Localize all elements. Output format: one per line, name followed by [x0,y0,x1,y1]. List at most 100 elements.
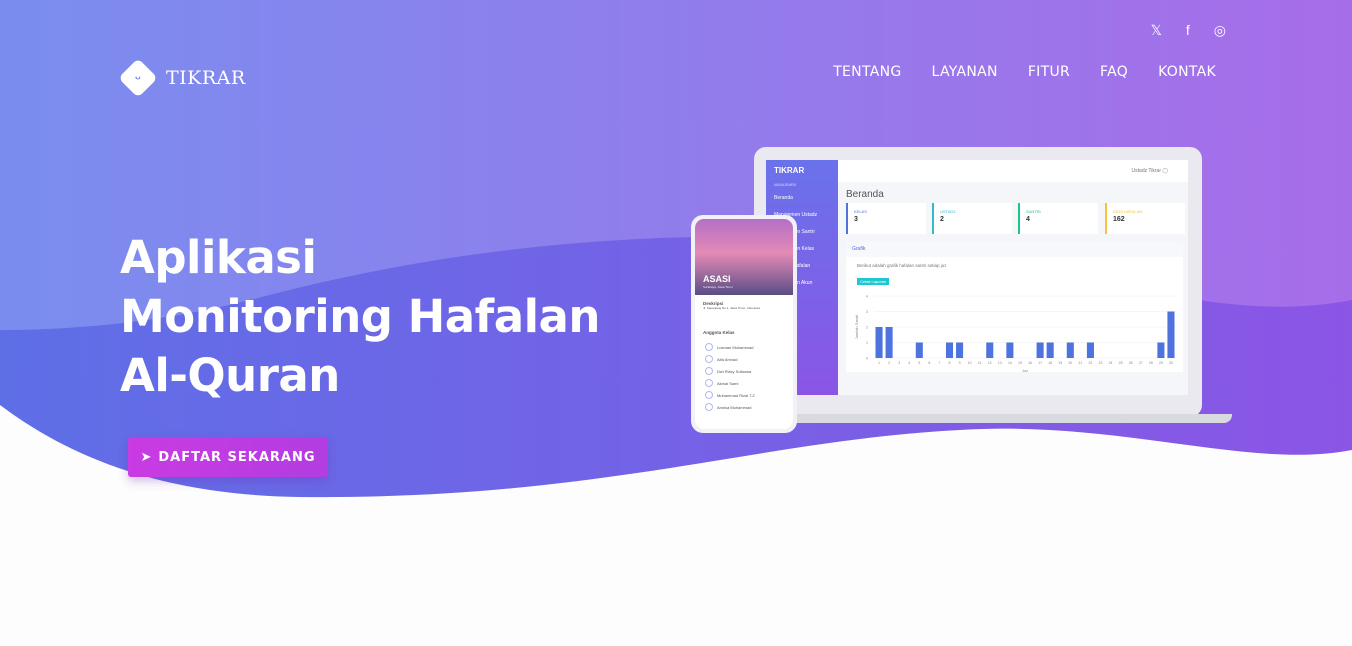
twitter-icon[interactable]: 𝕏 [1151,22,1162,39]
x-tick-label: 23 [1099,361,1103,365]
hero-line: Al-Quran [120,349,340,402]
stat-label: USTADZ [940,209,956,214]
hero-title: Aplikasi Monitoring Hafalan Al-Quran [120,228,600,405]
x-axis-label: Juz [1022,368,1028,373]
dashboard-topbar: Ustadz Tikrar ◯ [838,160,1188,182]
x-tick-label: 20 [1068,361,1072,365]
x-tick-label: 28 [1149,361,1153,365]
member-name: Dwi Rizky Sofiansa [717,368,752,374]
main-nav: TENTANG LAYANAN FITUR FAQ KONTAK [833,64,1216,80]
x-tick-label: 21 [1078,361,1082,365]
sidebar-item: Beranda [774,195,793,201]
user-icon [705,379,713,387]
instagram-icon[interactable]: ◎ [1214,22,1226,39]
description-text: Jl. Sepanjang No.1, Jawa Timur, Indonesi… [703,306,760,310]
x-tick-label: 2 [888,361,890,365]
member-item: Alfa Ahmad [695,353,793,365]
x-tick-label: 27 [1139,361,1143,365]
x-tick-label: 10 [968,361,972,365]
user-icon [705,343,713,351]
hero-line: Aplikasi [120,231,317,284]
bar [1086,342,1094,358]
member-name: Muhammad Rizal T.Z [717,392,755,398]
y-axis-label: Jumlah Santri [854,315,859,340]
stat-value: 3 [854,216,858,223]
member-name: Annisa Muhammad [717,404,752,410]
paper-plane-icon: ➤ [140,449,153,465]
stat-value: 4 [1026,216,1030,223]
bar [885,327,893,358]
member-name: Alfa Ahmad [717,356,738,362]
x-tick-label: 16 [1028,361,1032,365]
x-tick-label: 14 [1008,361,1012,365]
member-item: Akmal Sami [695,377,793,389]
register-button-label: DAFTAR SEKARANG [158,449,316,465]
x-tick-label: 4 [908,361,910,365]
nav-layanan[interactable]: LAYANAN [932,64,998,80]
hero-line: Monitoring Hafalan [120,290,600,343]
y-tick-label: 4 [866,295,868,299]
sidebar-section: MANAJEMEN [774,183,796,187]
x-tick-label: 17 [1038,361,1042,365]
member-item: Muhammad Rizal T.Z [695,389,793,401]
phone-screen: ASASI Surabaya, Jawa Timur Deskripsi Jl.… [695,219,793,429]
print-report-button: Cetak Laporan [857,278,890,285]
x-tick-label: 29 [1159,361,1163,365]
bar [945,342,954,358]
x-tick-label: 3 [898,361,900,365]
member-item: Dwi Rizky Sofiansa [695,365,793,377]
laptop-base [730,414,1232,423]
x-tick-label: 24 [1109,361,1113,365]
x-tick-label: 25 [1119,361,1123,365]
bar [986,342,994,358]
stat-value: 162 [1113,216,1125,223]
bar [875,327,883,358]
x-tick-label: 15 [1018,361,1022,365]
nav-kontak[interactable]: KONTAK [1158,64,1216,80]
bar [1036,342,1044,358]
stat-value: 2 [940,216,944,223]
nav-fitur[interactable]: FITUR [1028,64,1070,80]
mosque-image: ASASI Surabaya, Jawa Timur [695,219,793,295]
y-tick-label: 1 [866,341,868,345]
x-tick-label: 26 [1129,361,1133,365]
members-list: Lukman Muhammad Alfa Ahmad Dwi Rizky Sofia… [695,341,793,413]
x-tick-label: 18 [1048,361,1052,365]
user-icon [705,367,713,375]
bar [1167,311,1175,358]
x-tick-label: 6 [928,361,930,365]
x-tick-label: 1 [878,361,880,365]
stat-label: KELAS [854,209,867,214]
member-name: Akmal Sami [717,380,739,386]
nav-faq[interactable]: FAQ [1100,64,1128,80]
member-item: Lukman Muhammad [695,341,793,353]
user-icon [705,355,713,363]
dashboard-brand: TIKRAR [774,166,805,175]
stat-card: KELAS 3 [846,203,926,234]
chart-description: Berikut adalah grafik hafalan santri set… [857,263,947,268]
y-tick-label: 2 [866,326,868,330]
member-item: Annisa Muhammad [695,401,793,413]
bar [1006,342,1014,358]
dashboard-screenshot: TIKRAR MANAJEMEN Beranda Manajemen Ustad… [766,160,1188,395]
smile-diamond-icon: ᵕ [118,58,158,98]
y-tick-label: 3 [866,310,868,314]
members-title: Anggota Kelas [703,330,735,335]
x-tick-label: 7 [938,361,940,365]
brand-logo[interactable]: ᵕ TIKRAR [118,58,246,98]
user-icon [705,391,713,399]
class-subtitle: Surabaya, Jawa Timur [703,285,733,289]
nav-tentang[interactable]: TENTANG [833,64,901,80]
facebook-icon[interactable]: f [1186,22,1190,39]
user-icon [705,403,713,411]
class-title: ASASI [703,274,731,284]
dashboard-title: Beranda [846,189,884,200]
chart-panel: Grafik Berikut adalah grafik hafalan san… [846,242,1183,373]
stat-label: DATA HAFALAN [1113,209,1143,214]
panel-title: Grafik [846,242,1183,257]
bar [1046,342,1054,358]
x-tick-label: 13 [998,361,1002,365]
bar [1157,342,1165,358]
register-button[interactable]: ➤ DAFTAR SEKARANG [128,437,328,477]
user-name: Ustadz Tikrar [1131,168,1161,174]
